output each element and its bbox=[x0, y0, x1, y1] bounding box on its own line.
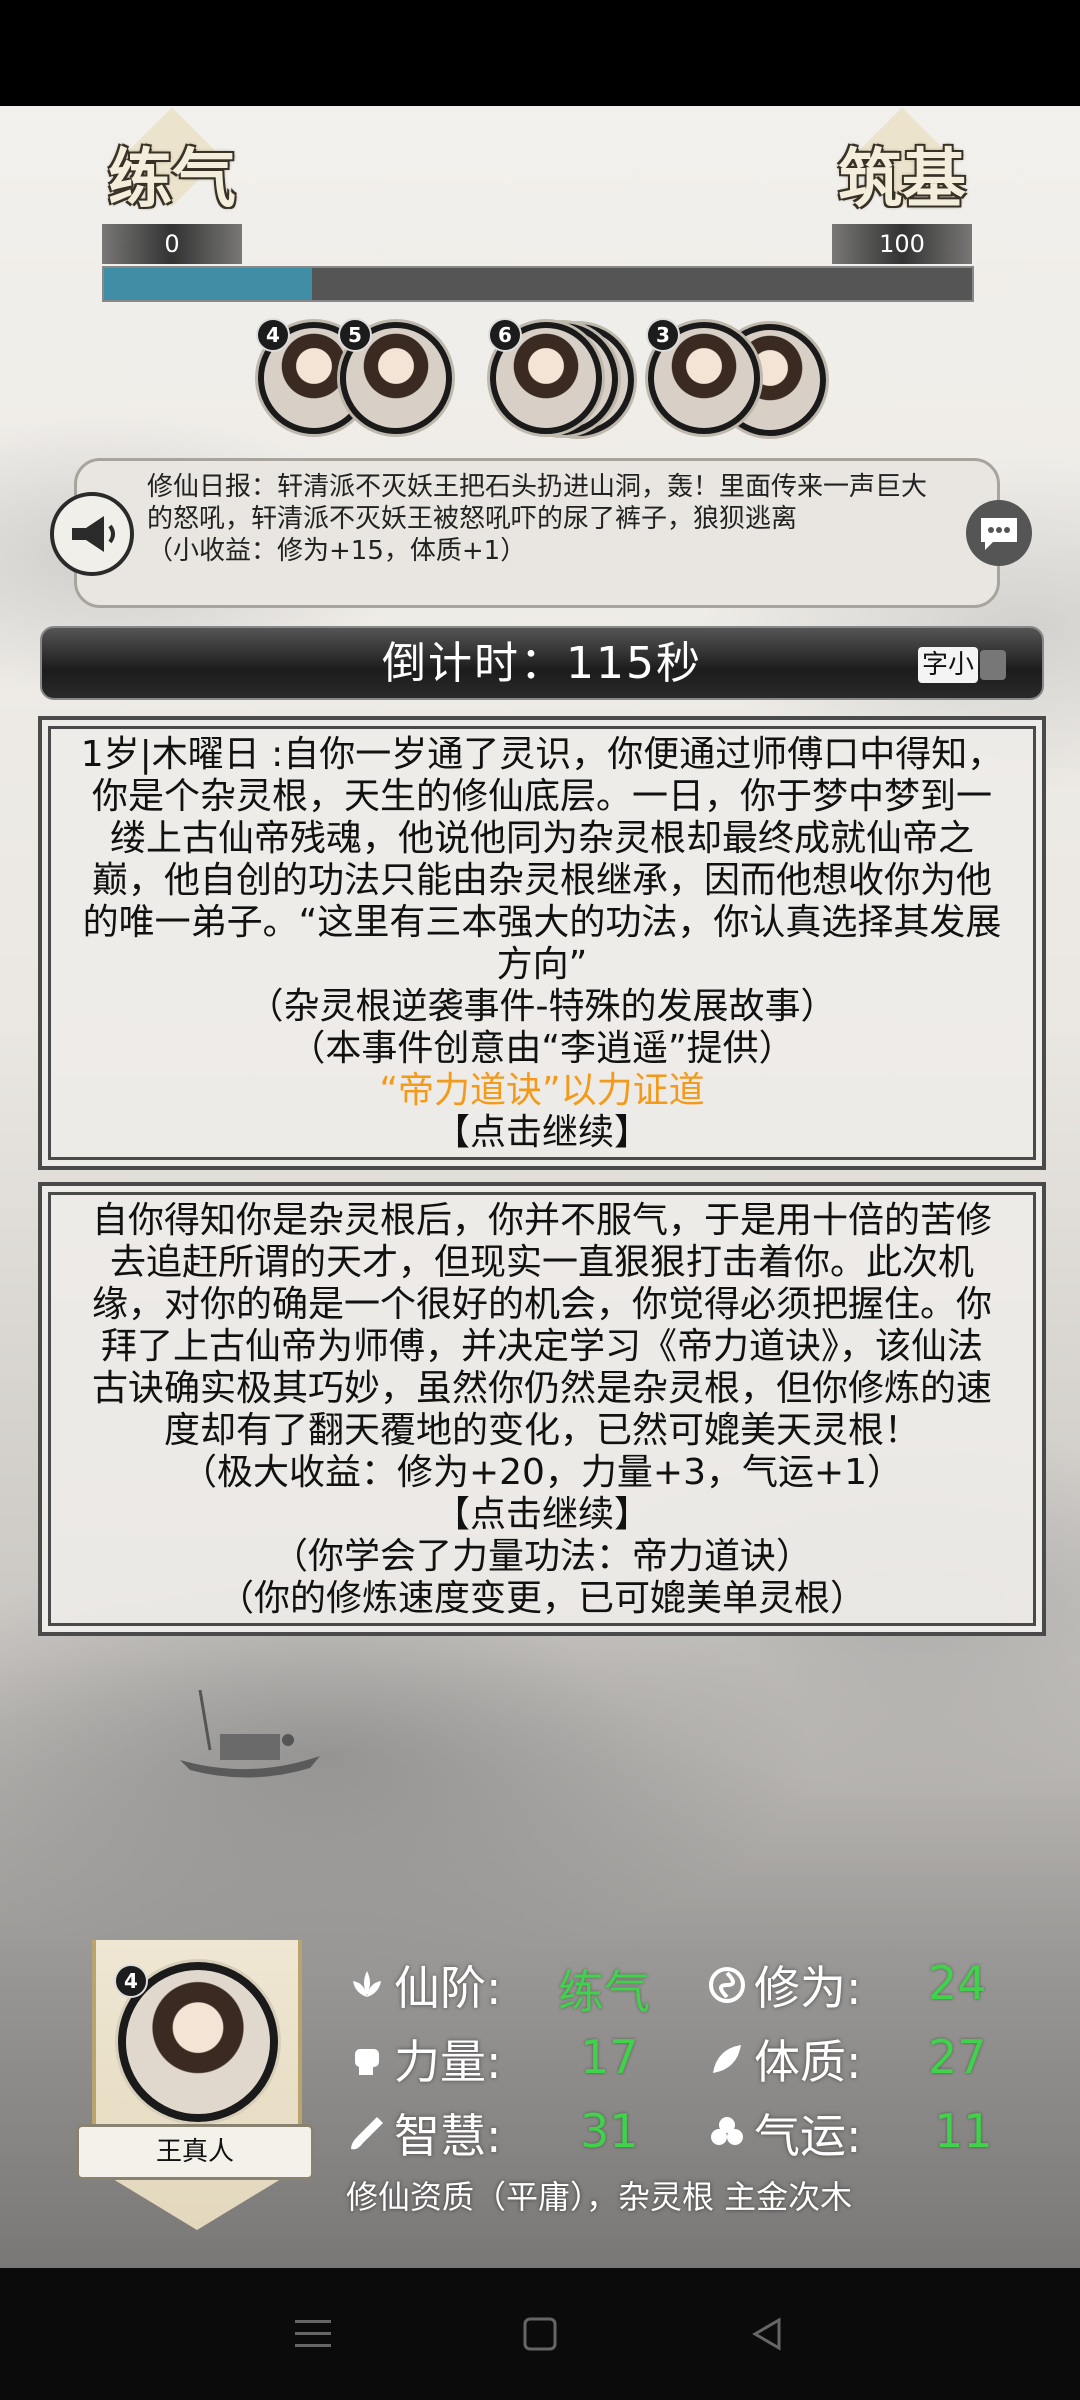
stat-label: 气运: bbox=[754, 2109, 862, 2163]
event-text-line: 度却有了翻天覆地的变化，已然可媲美天灵根！ bbox=[163, 1410, 920, 1451]
event-text-line: 方向” bbox=[496, 944, 588, 985]
menu-icon[interactable] bbox=[283, 2304, 343, 2364]
stat-wisdom: 智慧: bbox=[346, 2100, 502, 2166]
font-size-toggle[interactable]: 字小 bbox=[917, 646, 1006, 684]
system-navigation-bar bbox=[0, 2268, 1080, 2400]
back-icon[interactable] bbox=[737, 2304, 797, 2364]
stat-value: 27 bbox=[928, 2030, 987, 2084]
event-text-line: 古诀确实极其巧妙，虽然你仍然是杂灵根，但你修炼的速 bbox=[91, 1368, 992, 1409]
stat-value: 24 bbox=[928, 1956, 987, 2010]
stat-label: 智慧: bbox=[394, 2109, 502, 2163]
stat-label: 修为: bbox=[754, 1961, 862, 2015]
character-name: 王真人 bbox=[76, 2124, 314, 2180]
realm-progress-fill bbox=[104, 268, 313, 300]
boat-silhouette bbox=[170, 1689, 330, 1804]
avatar-level-badge: 5 bbox=[338, 318, 372, 352]
megaphone-icon[interactable] bbox=[50, 492, 134, 576]
event-text-line: 自你得知你是杂灵根后，你并不服气，于是用十倍的苦修 bbox=[91, 1200, 992, 1241]
avatar-group-1[interactable]: 4 5 bbox=[250, 318, 452, 438]
cultivation-news-panel: 修仙日报：轩清派不灭妖王把石头扔进山洞，轰！里面传来一声巨大 的怒吼，轩清派不灭… bbox=[74, 458, 1000, 608]
event-text-line: 1岁|木曜日 :自你一岁通了灵识，你便通过师傅口中得知， bbox=[80, 734, 1004, 775]
brush-icon bbox=[346, 2112, 388, 2154]
event-text-line: 你是个杂灵根，天生的修仙底层。一日，你于梦中梦到一 bbox=[91, 776, 992, 817]
fist-icon bbox=[346, 2038, 388, 2080]
stat-label: 力量: bbox=[394, 2035, 502, 2089]
leaf-icon bbox=[706, 2038, 748, 2080]
current-realm-name: 练气 bbox=[108, 142, 236, 217]
event-choice-highlight[interactable]: “帝力道诀”以力证道 bbox=[66, 1070, 1018, 1112]
event-text-line: （杂灵根逆袭事件-特殊的发展故事） bbox=[247, 986, 837, 1027]
event-text-line: 缘，对你的确是一个很好的机会，你觉得必须把握住。你 bbox=[91, 1284, 992, 1325]
event-text-line: 去追赶所谓的天才，但现实一直狠狠打击着你。此次机 bbox=[109, 1242, 974, 1283]
news-line: 的怒吼，轩清派不灭妖王被怒吼吓的尿了裤子，狼狈逃离 bbox=[147, 504, 798, 534]
clover-icon bbox=[706, 2112, 748, 2154]
continue-button[interactable]: 【点击继续】 bbox=[66, 1494, 1018, 1536]
avatar-level-badge: 3 bbox=[646, 318, 680, 352]
news-line: 修仙日报：轩清派不灭妖王把石头扔进山洞，轰！里面传来一声巨大 bbox=[147, 472, 928, 502]
event-card-1[interactable]: 1岁|木曜日 :自你一岁通了灵识，你便通过师傅口中得知， 你是个杂灵根，天生的修… bbox=[38, 716, 1046, 1170]
avatar-group-2[interactable]: 6 bbox=[486, 318, 636, 438]
event-text-line: 巅，他自创的功法只能由杂灵根继承，因而他想收你为他 bbox=[91, 860, 992, 901]
stat-rank: 仙阶: bbox=[346, 1952, 502, 2018]
character-level-badge: 4 bbox=[114, 1964, 148, 1998]
stat-luck: 气运: bbox=[706, 2100, 862, 2166]
event-card-2[interactable]: 自你得知你是杂灵根后，你并不服气，于是用十倍的苦修 去追赶所谓的天才，但现实一直… bbox=[38, 1182, 1046, 1636]
event-text-line: 的唯一弟子。“这里有三本强大的功法，你认真选择其发展 bbox=[82, 902, 1002, 943]
stat-physique: 体质: bbox=[706, 2026, 862, 2092]
event-text-line: （你的修炼速度变更，已可媲美单灵根） bbox=[217, 1578, 866, 1619]
stat-label: 仙阶: bbox=[394, 1961, 502, 2015]
countdown-text: 倒计时：115秒 bbox=[382, 638, 702, 689]
status-bar bbox=[0, 0, 1080, 106]
font-size-label: 字小 bbox=[917, 647, 978, 683]
event-text-line: （你学会了力量功法：帝力道诀） bbox=[271, 1536, 812, 1577]
next-realm-name: 筑基 bbox=[838, 142, 966, 217]
lotus-icon bbox=[346, 1964, 388, 2006]
next-realm: 筑基 100 bbox=[822, 107, 982, 264]
avatar-level-badge: 4 bbox=[256, 318, 290, 352]
news-line: （小收益：修为+15，体质+1） bbox=[147, 536, 527, 566]
aptitude-text: 修仙资质（平庸），杂灵根 主金次木 bbox=[346, 2178, 853, 2216]
avatar-group-3[interactable]: 3 bbox=[644, 318, 826, 438]
stat-value: 11 bbox=[934, 2104, 993, 2158]
stat-label: 体质: bbox=[754, 2035, 862, 2089]
swirl-icon bbox=[706, 1964, 748, 2006]
stat-value: 17 bbox=[580, 2030, 639, 2084]
event-text-line: （本事件创意由“李逍遥”提供） bbox=[289, 1028, 795, 1069]
event-text-line: 缕上古仙帝残魂，他说他同为杂灵根却最终成就仙帝之 bbox=[109, 818, 974, 859]
font-size-switch[interactable] bbox=[980, 650, 1006, 680]
event-text-line: 拜了上古仙帝为师傅，并决定学习《帝力道诀》，该仙法 bbox=[100, 1326, 983, 1367]
next-realm-value: 100 bbox=[832, 224, 972, 264]
home-icon[interactable] bbox=[510, 2304, 570, 2364]
current-realm: 练气 0 bbox=[92, 107, 252, 264]
stat-cultivation: 修为: bbox=[706, 1952, 862, 2018]
stat-value: 31 bbox=[580, 2104, 639, 2158]
stat-value: 练气 bbox=[558, 1965, 650, 2019]
current-realm-value: 0 bbox=[102, 224, 242, 264]
countdown-bar: 倒计时：115秒 字小 bbox=[40, 626, 1044, 700]
event-text-line: （极大收益：修为+20，力量+3，气运+1） bbox=[180, 1452, 904, 1493]
continue-button[interactable]: 【点击继续】 bbox=[66, 1112, 1018, 1154]
chat-bubble-icon[interactable] bbox=[966, 500, 1032, 566]
realm-progress-bar bbox=[102, 266, 974, 302]
avatar-level-badge: 6 bbox=[488, 318, 522, 352]
stat-strength: 力量: bbox=[346, 2026, 502, 2092]
